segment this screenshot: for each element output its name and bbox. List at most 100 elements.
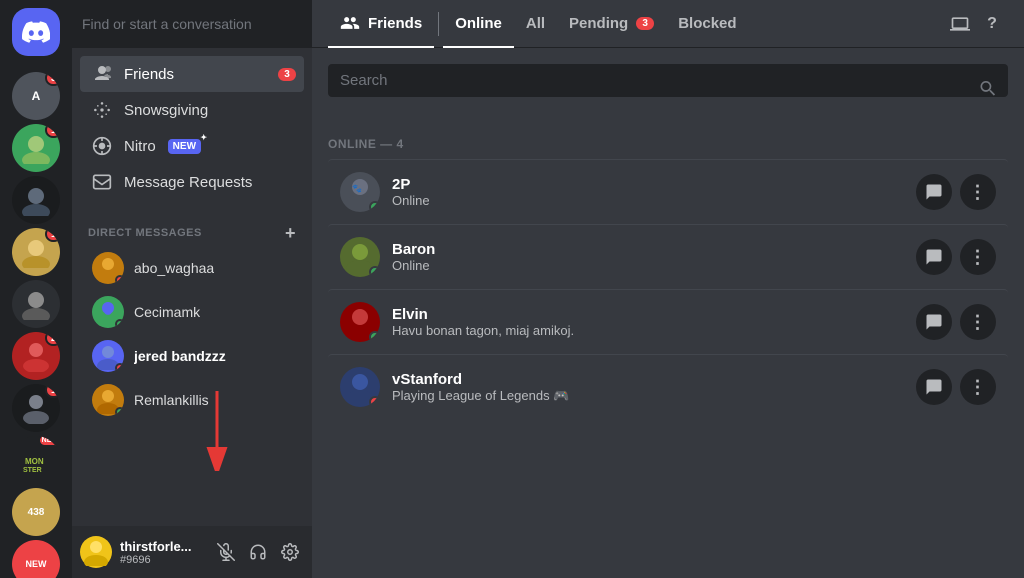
status-dot (115, 319, 124, 328)
friend-item-2p[interactable]: 🐾 2P Online ⋮ (328, 159, 1008, 224)
dm-sidebar: Find or start a conversation Friends 3 (72, 0, 312, 578)
friends-search-input[interactable] (328, 64, 1008, 97)
friends-header-icon (340, 13, 360, 33)
server-rail: A 3 1 1 2 1 MONSTER NEW 438 NEW (0, 0, 72, 578)
search-bar-container[interactable]: Find or start a conversation (72, 0, 312, 48)
more-elvin-button[interactable]: ⋮ (960, 304, 996, 340)
screen-share-button[interactable] (944, 8, 976, 40)
main-header: Friends Online All Pending 3 Blocked ? (312, 0, 1024, 48)
dm-item-jered-bandzzz[interactable]: jered bandzzz (80, 334, 304, 378)
add-dm-button[interactable]: + (285, 224, 296, 242)
friend-item-elvin[interactable]: Elvin Havu bonan tagon, miaj amikoj. ⋮ (328, 289, 1008, 354)
tab-pending[interactable]: Pending 3 (557, 1, 666, 48)
search-container (328, 64, 1008, 117)
sidebar-item-snowsgiving[interactable]: Snowsgiving (80, 92, 304, 128)
nitro-icon (92, 136, 112, 156)
message-elvin-button[interactable] (916, 304, 952, 340)
server-icon-6[interactable]: 2 (12, 332, 60, 380)
snowsgiving-label: Snowsgiving (124, 102, 208, 119)
friends-label: Friends (124, 66, 174, 83)
direct-messages-header: DIRECT MESSAGES + (72, 208, 312, 246)
friends-area: ONLINE — 4 🐾 2P Online ⋮ (312, 48, 1024, 578)
server-icon-4[interactable]: 1 (12, 228, 60, 276)
friends-header-tab[interactable]: Friends (328, 1, 434, 48)
status-dot-baron (369, 266, 380, 277)
dm-avatar-jered-bandzzz (92, 340, 124, 372)
dm-avatar-cecimamk (92, 296, 124, 328)
more-vstanford-button[interactable]: ⋮ (960, 369, 996, 405)
header-divider (438, 12, 439, 36)
more-2p-button[interactable]: ⋮ (960, 174, 996, 210)
dm-avatar-remlankillis (92, 384, 124, 416)
dm-item-abo-waghaa[interactable]: abo_waghaa (80, 246, 304, 290)
status-dot (115, 363, 124, 372)
friend-avatar-baron (340, 237, 380, 277)
server-icon-2[interactable]: 1 (12, 124, 60, 172)
friend-status-2p: Online (392, 193, 916, 208)
sidebar-item-friends[interactable]: Friends 3 (80, 56, 304, 92)
dm-name-abo-waghaa: abo_waghaa (134, 260, 214, 276)
user-discriminator: #9696 (120, 554, 204, 566)
message-2p-button[interactable] (916, 174, 952, 210)
dm-name-jered-bandzzz: jered bandzzz (134, 348, 226, 364)
server-icon-1[interactable]: A 3 (12, 72, 60, 120)
dm-avatar-abo-waghaa (92, 252, 124, 284)
snowsgiving-icon (92, 100, 112, 120)
status-dot-elvin (369, 331, 380, 342)
server-icon-10[interactable]: NEW (12, 540, 60, 578)
sidebar-item-nitro[interactable]: Nitro NEW (80, 128, 304, 164)
search-icon (978, 78, 998, 103)
discord-home-button[interactable] (12, 8, 60, 56)
friend-actions-2p: ⋮ (916, 174, 996, 210)
friend-name-vstanford: vStanford (392, 371, 916, 388)
tab-all-label: All (526, 15, 545, 32)
tab-pending-label: Pending (569, 15, 628, 32)
friend-name-2p: 2P (392, 176, 916, 193)
tab-blocked-label: Blocked (678, 15, 736, 32)
more-baron-button[interactable]: ⋮ (960, 239, 996, 275)
deafen-button[interactable] (244, 538, 272, 566)
message-baron-button[interactable] (916, 239, 952, 275)
friend-status-baron: Online (392, 258, 916, 273)
status-dot-vstanford (369, 396, 380, 407)
friend-avatar-vstanford (340, 367, 380, 407)
server-icon-5[interactable] (12, 280, 60, 328)
friend-actions-elvin: ⋮ (916, 304, 996, 340)
tab-all[interactable]: All (514, 1, 557, 48)
user-controls (212, 538, 304, 566)
friend-avatar-2p: 🐾 (340, 172, 380, 212)
friend-info-vstanford: vStanford Playing League of Legends 🎮 (392, 371, 916, 404)
friends-badge: 3 (278, 68, 296, 81)
message-vstanford-button[interactable] (916, 369, 952, 405)
dm-list: abo_waghaa Cecimamk jered bandzzz Remlan… (72, 246, 312, 526)
friend-status-elvin: Havu bonan tagon, miaj amikoj. (392, 323, 916, 338)
svg-text:STER: STER (23, 467, 42, 474)
friend-item-baron[interactable]: Baron Online ⋮ (328, 224, 1008, 289)
friend-actions-vstanford: ⋮ (916, 369, 996, 405)
friend-name-elvin: Elvin (392, 306, 916, 323)
friend-item-vstanford[interactable]: vStanford Playing League of Legends 🎮 ⋮ (328, 354, 1008, 419)
dm-name-cecimamk: Cecimamk (134, 304, 200, 320)
message-requests-label: Message Requests (124, 174, 252, 191)
server-icon-3[interactable] (12, 176, 60, 224)
friend-avatar-elvin (340, 302, 380, 342)
pending-badge: 3 (636, 17, 654, 30)
dm-item-remlankillis[interactable]: Remlankillis (80, 378, 304, 422)
help-button[interactable]: ? (976, 8, 1008, 40)
friend-actions-baron: ⋮ (916, 239, 996, 275)
friend-status-vstanford: Playing League of Legends 🎮 (392, 388, 916, 404)
message-requests-icon (92, 172, 112, 192)
search-placeholder: Find or start a conversation (82, 16, 302, 32)
mute-button[interactable] (212, 538, 240, 566)
main-content: Friends Online All Pending 3 Blocked ? (312, 0, 1024, 578)
tab-online[interactable]: Online (443, 1, 514, 48)
user-info: thirstforle... #9696 (120, 539, 204, 566)
tab-blocked[interactable]: Blocked (666, 1, 748, 48)
server-icon-8[interactable]: MONSTER NEW (12, 436, 60, 484)
sidebar-item-message-requests[interactable]: Message Requests (80, 164, 304, 200)
server-icon-7[interactable]: 1 (12, 384, 60, 432)
settings-button[interactable] (276, 538, 304, 566)
server-icon-9[interactable]: 438 (12, 488, 60, 536)
dm-item-cecimamk[interactable]: Cecimamk (80, 290, 304, 334)
friend-name-baron: Baron (392, 241, 916, 258)
